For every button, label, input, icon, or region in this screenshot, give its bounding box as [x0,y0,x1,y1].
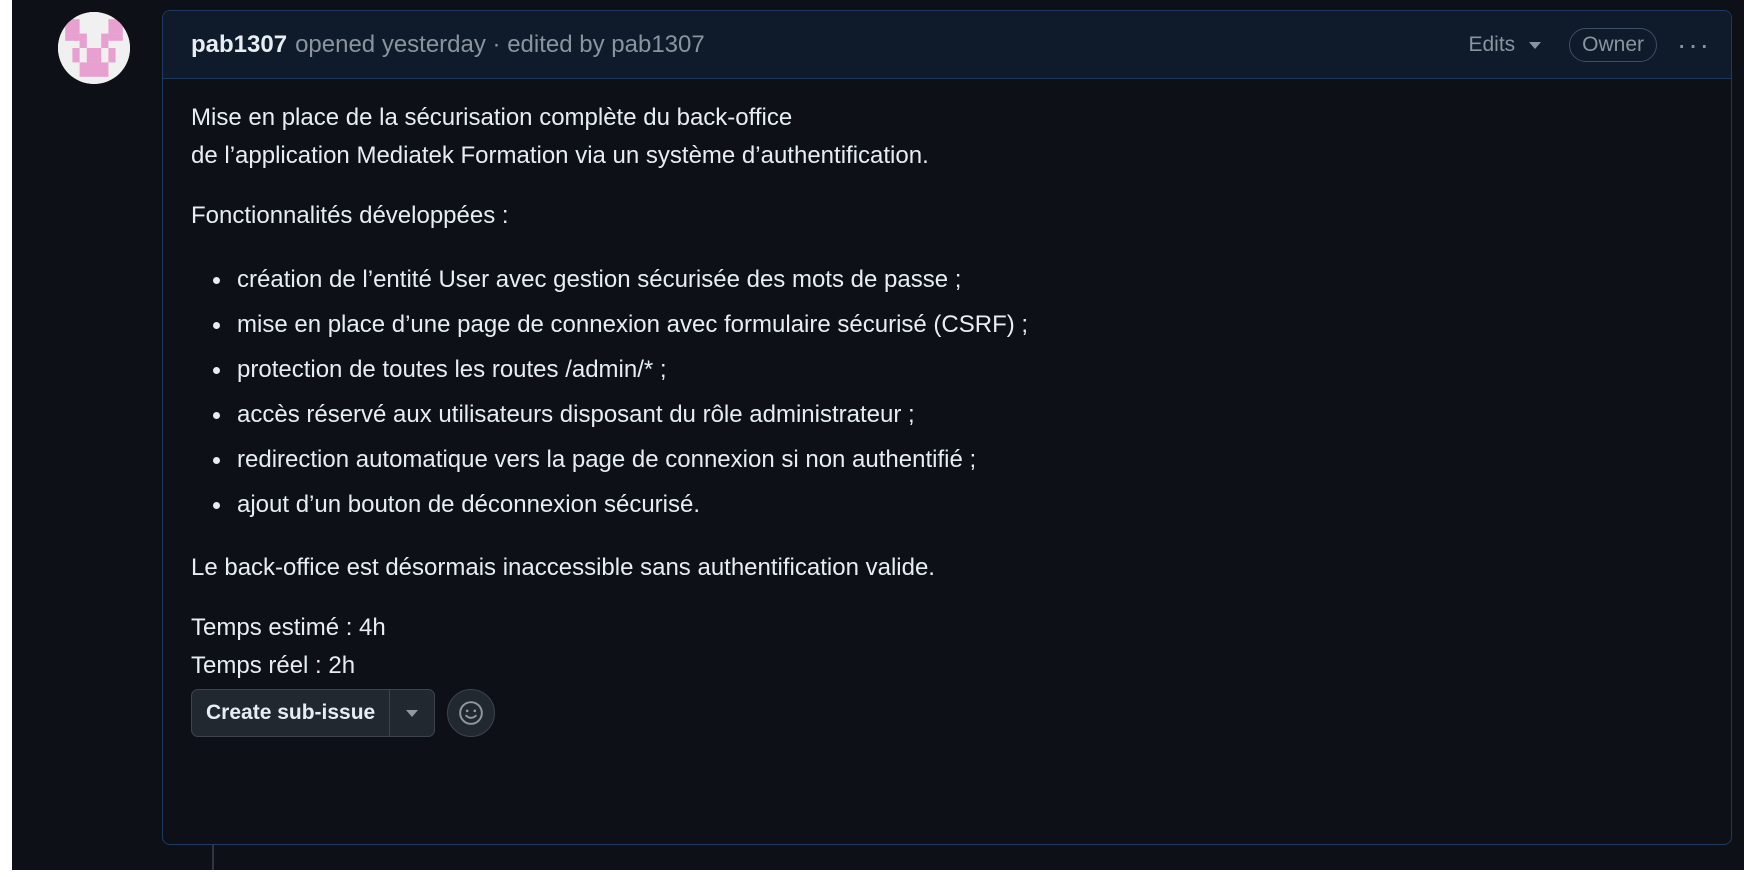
list-item: ajout d’un bouton de déconnexion sécuris… [213,482,1703,527]
create-sub-issue-button[interactable]: Create sub-issue [192,690,391,736]
author-avatar[interactable] [58,12,130,84]
time-paragraph: Temps estimé : 4h Temps réel : 2h [191,609,1703,685]
edits-label: Edits [1468,33,1516,56]
list-item: mise en place d’une page de connexion av… [213,302,1703,347]
create-sub-issue-group: Create sub-issue [191,689,436,737]
author-link[interactable]: pab1307 [191,31,287,59]
add-reaction-button[interactable] [447,689,496,737]
features-title: Fonctionnalités développées : [191,202,509,229]
issue-timeline: pab1307 opened yesterday · edited by pab… [12,0,1744,870]
header-actions: Edits Owner ··· [1468,11,1711,79]
owner-badge: Owner [1569,28,1658,62]
list-item: création de l’entité User avec gestion s… [213,257,1703,302]
intro-line-2: de l’application Mediatek Formation via … [191,142,929,169]
intro-paragraph: Mise en place de la sécurisation complèt… [191,99,1703,175]
triangle-down-icon [406,709,419,717]
comment-body: Mise en place de la sécurisation complèt… [163,79,1731,685]
intro-line-1: Mise en place de la sécurisation complèt… [191,104,793,131]
timeline-connector [212,845,214,870]
features-list: création de l’entité User avec gestion s… [213,257,1703,527]
real-time: Temps réel : 2h [191,652,356,679]
identicon-avatar [58,12,130,84]
conclusion-paragraph: Le back-office est désormais inaccessibl… [191,554,935,581]
list-item: redirection automatique vers la page de … [213,437,1703,482]
chevron-down-icon [1529,41,1542,49]
sub-issue-dropdown-button[interactable] [390,690,434,736]
list-item: protection de toutes les routes /admin/*… [213,347,1703,392]
estimated-time: Temps estimé : 4h [191,614,386,641]
comment-meta: opened yesterday · edited by pab1307 [295,30,705,58]
list-item: accès réservé aux utilisateurs disposant… [213,392,1703,437]
comment-actions: Create sub-issue [191,689,496,737]
comment-header: pab1307 opened yesterday · edited by pab… [163,11,1731,79]
smiley-icon [459,701,484,725]
edits-dropdown[interactable]: Edits [1468,33,1542,57]
kebab-menu-icon[interactable]: ··· [1677,31,1711,59]
issue-comment: pab1307 opened yesterday · edited by pab… [162,10,1732,845]
